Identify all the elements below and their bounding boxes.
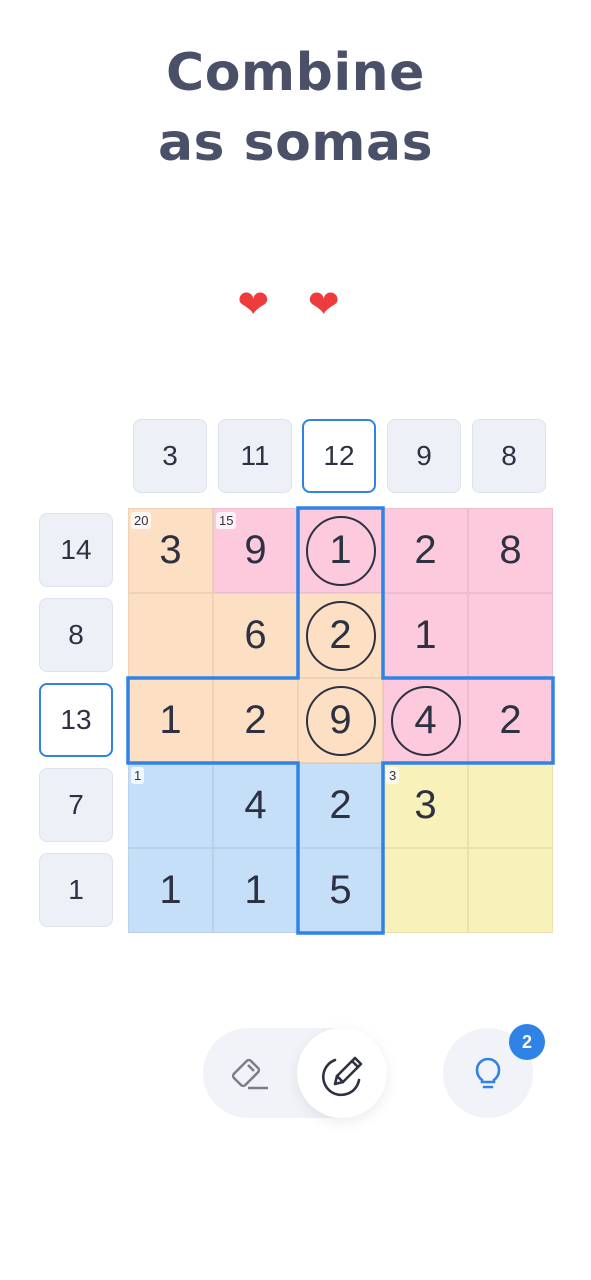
pencil-icon <box>322 1056 363 1097</box>
column-clue: 9 <box>387 419 461 493</box>
circled-value: 4 <box>390 685 461 756</box>
grid-cell[interactable]: 2 <box>383 508 468 593</box>
column-clue: 3 <box>133 419 207 493</box>
cell-value: 3 <box>414 783 437 827</box>
grid-cell[interactable] <box>468 593 553 678</box>
grid-cell[interactable]: 5 <box>298 848 383 933</box>
cell-value: 3 <box>159 528 182 572</box>
grid-cell[interactable]: 1 <box>213 848 298 933</box>
row-clue: 8 <box>39 598 113 672</box>
grid-cell[interactable]: 1 <box>128 848 213 933</box>
cell-value: 6 <box>244 613 267 657</box>
grid-cell[interactable]: 1 <box>128 678 213 763</box>
cage-sum-label: 20 <box>131 512 152 529</box>
cell-value: 2 <box>329 783 352 827</box>
grid-cell[interactable]: 2 <box>213 678 298 763</box>
circled-value: 9 <box>305 685 376 756</box>
cell-value: 5 <box>329 868 352 912</box>
column-clue: 11 <box>218 419 292 493</box>
title-line-2: as somas <box>157 113 434 173</box>
grid-cell[interactable] <box>383 848 468 933</box>
cell-value: 1 <box>159 698 182 742</box>
cell-value: 4 <box>244 783 267 827</box>
grid-cell[interactable]: 6 <box>213 593 298 678</box>
row-clue: 13 <box>39 683 113 757</box>
column-clue: 12 <box>302 419 376 493</box>
grid-cell[interactable]: 1 <box>128 763 213 848</box>
grid-cell[interactable]: 8 <box>468 508 553 593</box>
cell-value: 1 <box>159 868 182 912</box>
page-title: Combine as somas <box>0 38 591 178</box>
column-clue: 8 <box>472 419 546 493</box>
grid-cell[interactable]: 9 15 <box>213 508 298 593</box>
row-clue: 1 <box>39 853 113 927</box>
cell-value: 2 <box>414 528 437 572</box>
cell-value: 8 <box>499 528 522 572</box>
lightbulb-icon <box>475 1057 501 1089</box>
grid-cell[interactable] <box>468 848 553 933</box>
row-clue: 7 <box>39 768 113 842</box>
eraser-button[interactable] <box>220 1043 280 1103</box>
grid-cell[interactable]: 33 <box>383 763 468 848</box>
grid-cell[interactable]: 1 <box>383 593 468 678</box>
cage-sum-label: 1 <box>131 767 145 784</box>
grid-cell[interactable] <box>468 763 553 848</box>
hint-count-badge: 2 <box>509 1024 545 1060</box>
row-clue: 14 <box>39 513 113 587</box>
grid-cell[interactable]: 9 <box>298 678 383 763</box>
puzzle-grid: 3 20 9 15 1 2 8 6 2 1 1 2 9 4 2 1 4 2 3 3 1 1 5 <box>128 508 553 933</box>
eraser-icon <box>231 1058 268 1090</box>
grid-cell[interactable]: 2 <box>298 593 383 678</box>
grid-cell[interactable]: 3 20 <box>128 508 213 593</box>
circled-value: 2 <box>305 600 376 671</box>
cell-value: 1 <box>244 868 267 912</box>
grid-cell[interactable]: 1 <box>298 508 383 593</box>
cell-value: 1 <box>414 613 437 657</box>
grid-cell[interactable]: 4 <box>383 678 468 763</box>
circled-value: 1 <box>305 515 376 586</box>
cell-value: 2 <box>499 698 522 742</box>
grid-cell[interactable] <box>128 593 213 678</box>
cell-value: 9 <box>244 528 267 572</box>
lives-hearts-icon: ❤ ❤ <box>237 284 354 326</box>
grid-cell[interactable]: 2 <box>468 678 553 763</box>
cell-value: 2 <box>244 698 267 742</box>
grid-cell[interactable]: 4 <box>213 763 298 848</box>
cage-sum-label: 3 <box>386 767 400 784</box>
cage-sum-label: 15 <box>216 512 237 529</box>
title-line-1: Combine <box>166 43 425 103</box>
pencil-button[interactable] <box>297 1028 387 1118</box>
grid-cell[interactable]: 2 <box>298 763 383 848</box>
